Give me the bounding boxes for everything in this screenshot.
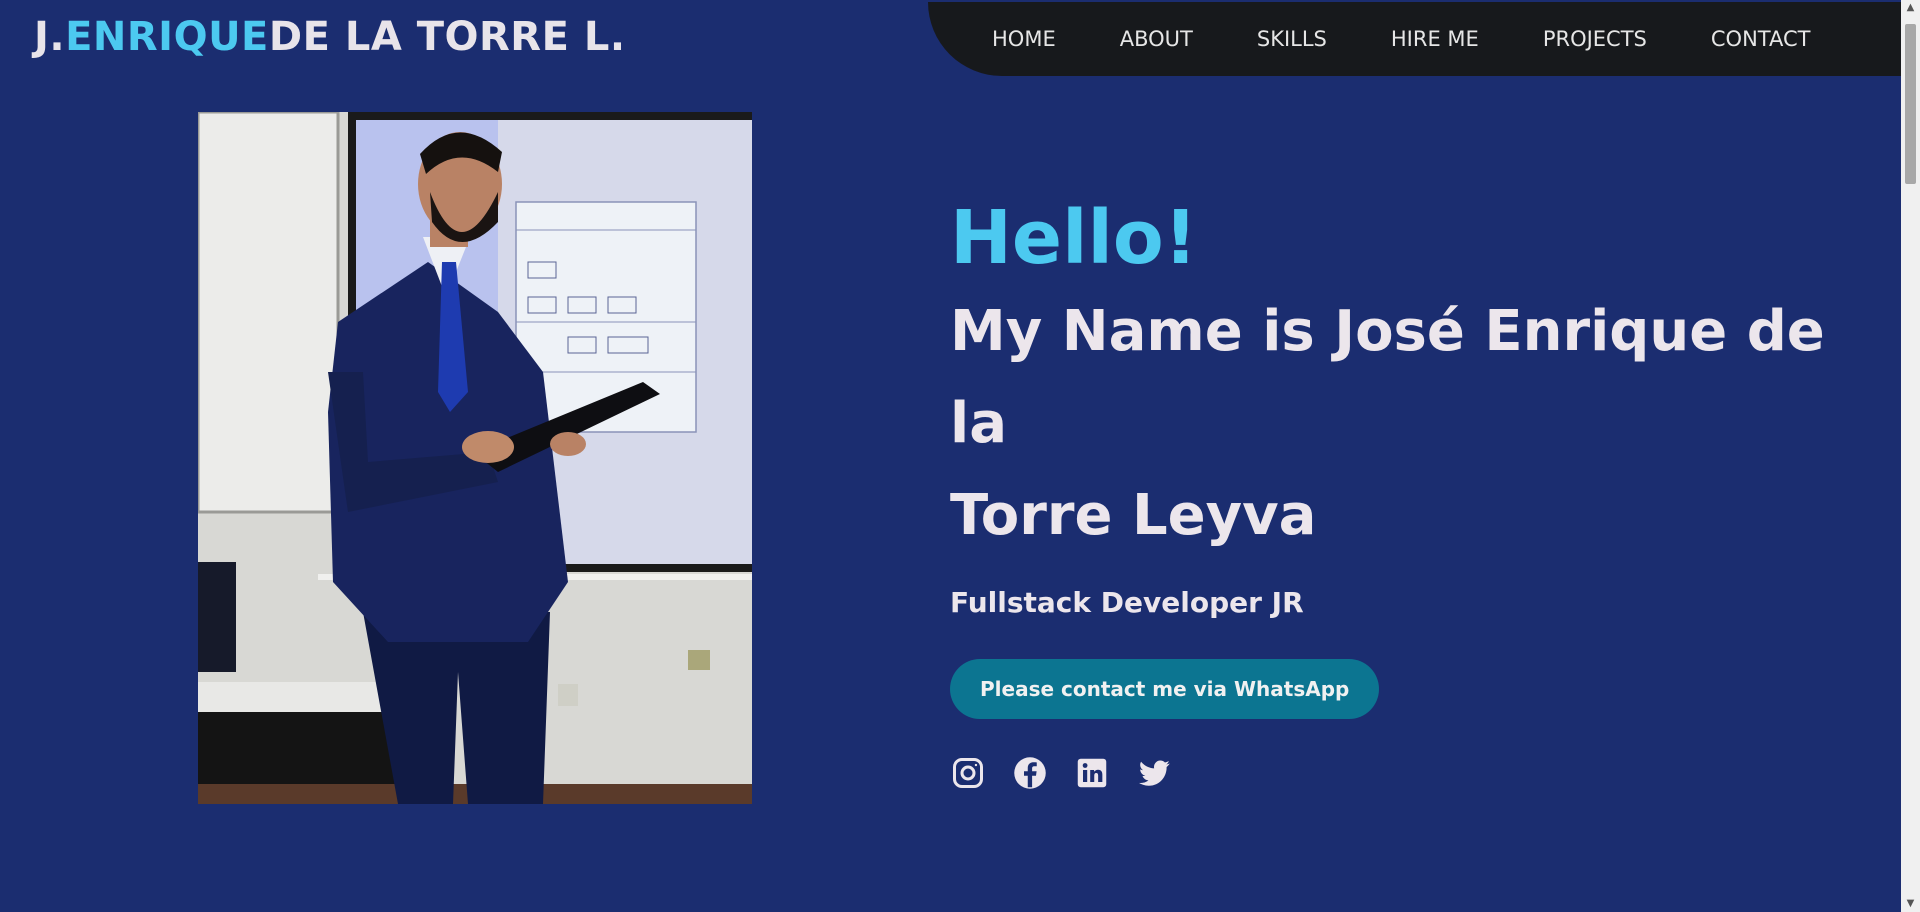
nav-projects[interactable]: PROJECTS [1543, 27, 1647, 51]
hero-name-line-2: Torre Leyva [950, 483, 1317, 548]
page: J.ENRIQUEDE LA TORRE L. HOME ABOUT SKILL… [0, 0, 1920, 912]
logo-initial: J. [34, 14, 66, 60]
page-scrollbar[interactable]: ▲ ▼ [1901, 0, 1920, 912]
site-logo[interactable]: J.ENRIQUEDE LA TORRE L. [34, 14, 626, 60]
whatsapp-contact-button[interactable]: Please contact me via WhatsApp [950, 659, 1380, 719]
presenter-photo [198, 112, 752, 804]
scrollbar-thumb[interactable] [1905, 24, 1916, 184]
scroll-up-arrow-icon[interactable]: ▲ [1901, 0, 1920, 16]
hero-greeting: Hello! [950, 195, 1198, 281]
presenter-photo-illustration [198, 112, 752, 804]
linkedin-icon[interactable] [1074, 755, 1110, 791]
hero-section: Hello! My Name is José Enrique de la Tor… [950, 190, 1880, 791]
logo-surname: DE LA TORRE L. [268, 14, 626, 60]
nav-home[interactable]: HOME [992, 27, 1056, 51]
hero-name-line-1: My Name is José Enrique de la [950, 299, 1825, 456]
nav-about[interactable]: ABOUT [1120, 27, 1193, 51]
twitter-icon[interactable] [1136, 755, 1172, 791]
logo-highlight: ENRIQUE [65, 14, 269, 60]
nav-contact[interactable]: CONTACT [1711, 27, 1811, 51]
main-nav: HOME ABOUT SKILLS HIRE ME PROJECTS CONTA… [928, 2, 1902, 76]
facebook-icon[interactable] [1012, 755, 1048, 791]
nav-hire-me[interactable]: HIRE ME [1391, 27, 1479, 51]
scroll-down-arrow-icon[interactable]: ▼ [1901, 896, 1920, 912]
hero-role: Fullstack Developer JR [950, 586, 1304, 619]
nav-skills[interactable]: SKILLS [1257, 27, 1327, 51]
instagram-icon[interactable] [950, 755, 986, 791]
hero-name: My Name is José Enrique de la Torre Leyv… [950, 286, 1880, 562]
social-links [950, 755, 1880, 791]
